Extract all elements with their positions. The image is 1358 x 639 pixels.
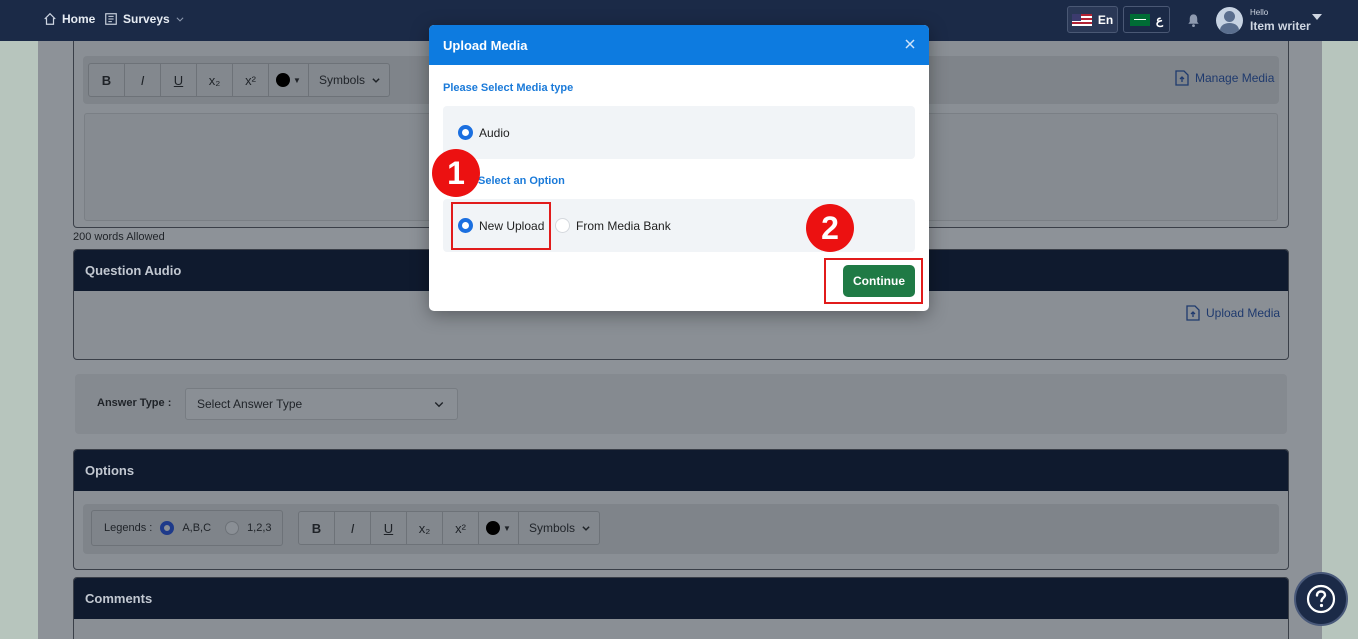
media-bank-label[interactable]: From Media Bank [576, 219, 671, 233]
highlight-continue [824, 258, 923, 304]
symbols-dropdown[interactable]: Symbols [309, 64, 389, 96]
user-greeting: Hello [1250, 8, 1269, 17]
underline-button[interactable]: U [371, 512, 407, 544]
italic-button[interactable]: I [335, 512, 371, 544]
symbols-label: Symbols [529, 521, 576, 535]
caret-down-icon: ▼ [293, 75, 301, 85]
superscript-button[interactable]: x² [443, 512, 479, 544]
help-button[interactable] [1294, 572, 1348, 626]
manage-media-label: Manage Media [1195, 71, 1275, 85]
answer-type-placeholder: Select Answer Type [197, 397, 303, 411]
options-title: Options [74, 450, 1288, 491]
upload-media-label: Upload Media [1206, 306, 1281, 320]
superscript-button[interactable]: x² [233, 64, 269, 96]
user-menu-caret-icon[interactable] [1312, 14, 1322, 20]
chevron-down-icon [372, 78, 380, 83]
symbols-label: Symbols [319, 73, 366, 87]
text-color-picker[interactable]: ▼ [479, 512, 519, 544]
underline-button[interactable]: U [161, 64, 197, 96]
bold-button[interactable]: B [89, 64, 125, 96]
options-toolbar: Legends : A,B,C 1,2,3 B I U x₂ x² ▼ Symb… [83, 504, 1279, 554]
step-2-badge: 2 [806, 204, 854, 252]
language-en-label: En [1097, 12, 1114, 27]
media-type-label: Please Select Media type [443, 82, 574, 94]
upload-media-link[interactable]: Upload Media [1186, 305, 1280, 321]
media-bank-radio[interactable] [555, 218, 570, 233]
color-swatch-icon [486, 521, 501, 535]
legend-123-label: 1,2,3 [247, 522, 272, 534]
close-icon[interactable] [903, 37, 917, 51]
us-flag-icon [1071, 13, 1092, 26]
caret-down-icon: ▼ [503, 523, 511, 533]
comments-section: Comments [73, 577, 1289, 639]
color-swatch-icon [276, 73, 291, 87]
answer-type-select[interactable]: Select Answer Type [185, 388, 458, 420]
legends-group: Legends : A,B,C 1,2,3 [91, 510, 283, 546]
nav-surveys-label: Surveys [123, 12, 170, 26]
user-name[interactable]: Item writer [1250, 19, 1311, 33]
sa-flag-icon [1129, 13, 1150, 26]
highlight-new-upload [451, 202, 551, 250]
file-upload-icon [1175, 70, 1189, 86]
subscript-button[interactable]: x₂ [197, 64, 233, 96]
file-upload-icon [1186, 305, 1200, 321]
dialog-title: Upload Media [429, 25, 929, 65]
nav-surveys[interactable]: Surveys [104, 12, 185, 26]
surveys-icon [105, 13, 117, 25]
comments-title: Comments [74, 578, 1288, 619]
words-allowed-hint: 200 words Allowed [73, 231, 165, 243]
legends-label: Legends : [104, 522, 153, 534]
audio-radio[interactable] [458, 125, 473, 140]
chevron-down-icon [176, 17, 184, 22]
legend-abc-radio[interactable] [160, 521, 175, 535]
audio-radio-label[interactable]: Audio [479, 126, 510, 140]
page-margin-left [0, 41, 38, 639]
language-ar-button[interactable]: ع [1123, 6, 1170, 33]
options-formatting-group: B I U x₂ x² ▼ Symbols [298, 511, 600, 545]
language-ar-label: ع [1155, 12, 1164, 27]
answer-type-panel: Answer Type : Select Answer Type [75, 374, 1287, 434]
bell-icon[interactable] [1186, 12, 1201, 28]
media-type-options: Audio [443, 106, 915, 159]
manage-media-link[interactable]: Manage Media [1175, 70, 1274, 86]
help-icon [1306, 584, 1336, 614]
bold-button[interactable]: B [299, 512, 335, 544]
italic-button[interactable]: I [125, 64, 161, 96]
step-1-badge: 1 [432, 149, 480, 197]
nav-home[interactable]: Home [43, 12, 95, 26]
avatar[interactable] [1216, 7, 1243, 34]
nav-home-label: Home [62, 12, 96, 26]
page-margin-right [1322, 41, 1358, 639]
answer-type-label: Answer Type : [97, 397, 172, 409]
chevron-down-icon [582, 526, 590, 531]
subscript-button[interactable]: x₂ [407, 512, 443, 544]
text-color-picker[interactable]: ▼ [269, 64, 309, 96]
formatting-group: B I U x₂ x² ▼ Symbols [88, 63, 390, 97]
chevron-down-icon [434, 402, 444, 408]
legend-abc-label: A,B,C [182, 522, 212, 534]
home-icon [44, 12, 56, 25]
legend-123-radio[interactable] [225, 521, 240, 535]
select-option-label: Select an Option [478, 175, 565, 187]
language-en-button[interactable]: En [1067, 6, 1118, 33]
symbols-dropdown[interactable]: Symbols [519, 512, 599, 544]
